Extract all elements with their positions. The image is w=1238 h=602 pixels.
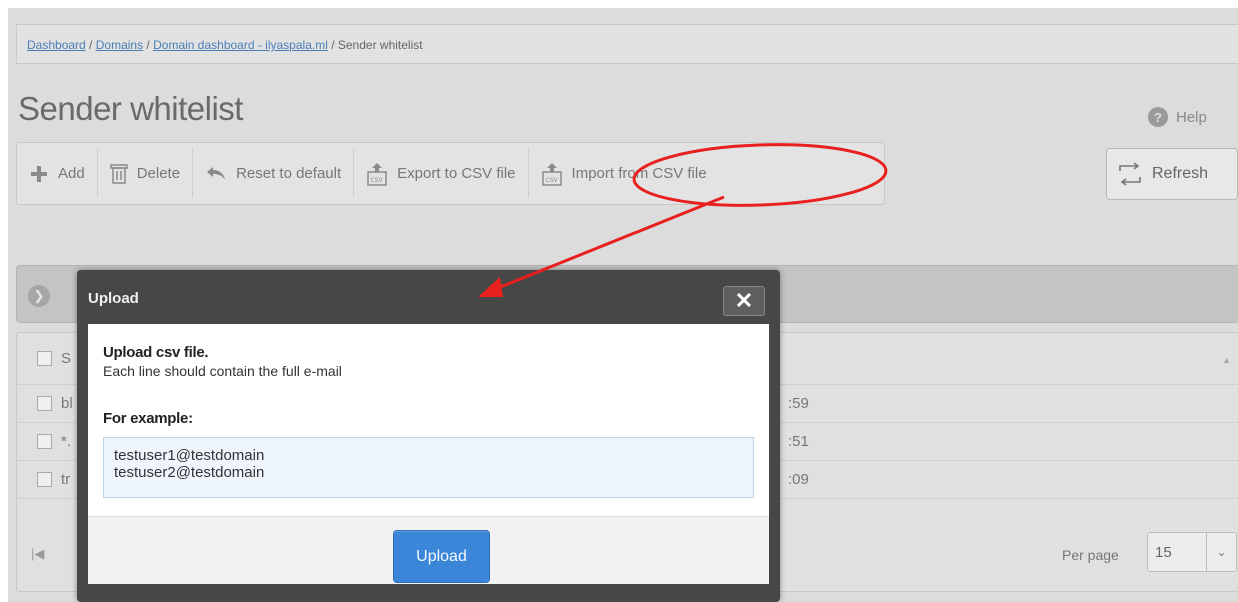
row-sender: bl [61,395,73,412]
delete-label: Delete [136,165,181,182]
row-time: :51 [788,433,809,450]
breadcrumb-separator: / [85,38,96,52]
per-page-select[interactable]: 15 ⌄ [1147,532,1237,572]
row-checkbox[interactable] [37,396,52,411]
svg-text:CSV: CSV [371,177,384,184]
help-icon: ? [1148,107,1168,127]
page-title: Sender whitelist [18,90,243,127]
upload-description: Each line should contain the full e-mail [103,363,342,379]
example-label: For example: [103,410,193,427]
delete-button[interactable]: Delete [98,149,194,198]
undo-icon [207,166,226,180]
breadcrumb: Dashboard / Domains / Domain dashboard -… [16,24,1238,64]
example-box: testuser1@testdomain testuser2@testdomai… [103,437,754,498]
column-header-sender[interactable]: S [61,350,71,367]
dialog-footer: Upload [88,516,769,584]
export-csv-button[interactable]: CSV Export to CSV file [354,149,529,198]
row-sender: *. [61,433,72,450]
reset-label: Reset to default [236,165,342,182]
import-csv-icon: CSV [541,162,562,186]
import-csv-button[interactable]: CSV Import from CSV file [529,149,719,198]
select-all-checkbox[interactable] [37,351,52,366]
row-checkbox[interactable] [37,472,52,487]
upload-heading: Upload csv file. [103,344,209,361]
refresh-label: Refresh [1152,165,1209,182]
upload-dialog: Upload ✕ Upload csv file. Each line shou… [77,270,780,602]
help-link[interactable]: ? Help [1148,107,1207,127]
row-sender: tr [61,471,71,488]
add-button[interactable]: Add [17,149,98,198]
help-label: Help [1176,108,1207,126]
trash-icon [109,163,128,184]
dialog-body: Upload csv file. Each line should contai… [88,324,769,584]
export-csv-label: Export to CSV file [397,165,516,182]
breadcrumb-separator: / [327,38,338,52]
refresh-icon [1119,162,1141,186]
breadcrumb-dashboard-link[interactable]: Dashboard [27,38,86,52]
plus-icon [31,165,47,182]
import-csv-label: Import from CSV file [571,165,707,182]
svg-text:CSV: CSV [545,177,558,184]
example-line: testuser2@testdomain [114,464,265,481]
close-button[interactable]: ✕ [723,286,765,316]
export-csv-icon: CSV [367,162,387,186]
add-label: Add [58,165,85,182]
upload-button[interactable]: Upload [393,530,490,583]
sort-arrow-icon[interactable]: ▲ [1222,355,1231,365]
example-line: testuser1@testdomain [114,447,265,464]
per-page-value: 15 [1155,543,1172,561]
expand-icon[interactable]: ❯ [28,285,50,307]
breadcrumb-current: Sender whitelist [337,38,423,52]
row-checkbox[interactable] [37,434,52,449]
per-page-label: Per page [1062,547,1119,563]
breadcrumb-domains-link[interactable]: Domains [96,38,143,52]
dialog-title: Upload [88,290,139,307]
row-time: :09 [788,471,809,488]
first-page-icon[interactable]: |◀ [31,546,44,562]
chevron-down-icon: ⌄ [1206,533,1236,571]
toolbar: Add Delete Reset to default CSV Export t… [16,142,885,205]
breadcrumb-separator: / [143,38,154,52]
refresh-button[interactable]: Refresh [1106,148,1238,200]
row-time: :59 [788,395,809,412]
breadcrumb-domain-dashboard-link[interactable]: Domain dashboard - ilyaspala.ml [153,38,328,52]
reset-to-default-button[interactable]: Reset to default [193,149,355,198]
